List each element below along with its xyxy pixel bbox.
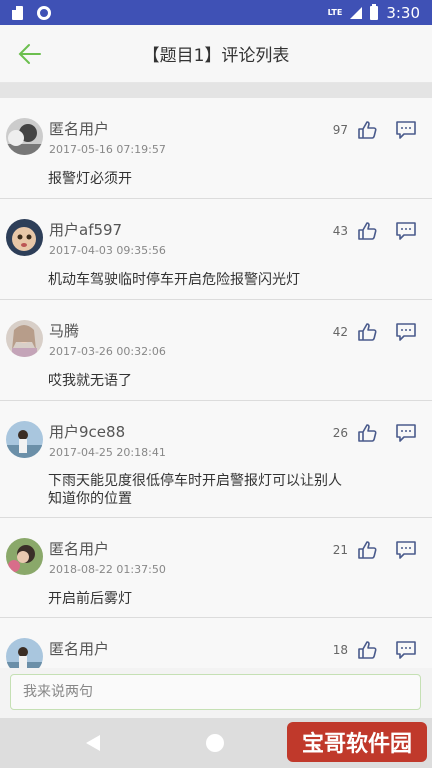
comment-time: 2017-03-26 00:32:06 bbox=[49, 345, 166, 358]
battery-icon bbox=[370, 3, 379, 20]
sd-card-icon bbox=[12, 5, 23, 20]
comment-username: 用户af597 bbox=[49, 221, 123, 239]
comment-bubble-icon[interactable] bbox=[396, 222, 416, 241]
watermark-text: 宝哥软件园 bbox=[301, 732, 412, 757]
system-nav-bar: 宝哥软件园 bbox=[0, 718, 432, 768]
thumbs-up-icon[interactable] bbox=[357, 540, 377, 560]
comment-time: 2017-04-25 20:18:41 bbox=[49, 446, 166, 459]
comment-username: 匿名用户 bbox=[49, 120, 110, 138]
avatar[interactable] bbox=[6, 638, 43, 668]
comment-content: 开启前后雾灯 bbox=[48, 591, 132, 607]
clock: 3:30 bbox=[386, 3, 420, 22]
comment-item: 匿名用户 2018-08-22 01:37:50 开启前后雾灯 21 bbox=[0, 518, 432, 618]
sync-icon bbox=[37, 5, 51, 20]
thumbs-up-icon[interactable] bbox=[357, 221, 377, 241]
like-count: 26 bbox=[332, 426, 348, 440]
thumbs-up-icon[interactable] bbox=[357, 322, 377, 342]
comment-bubble-icon[interactable] bbox=[396, 121, 416, 140]
page-title: 【题目1】评论列表 bbox=[142, 46, 290, 66]
comment-username: 匿名用户 bbox=[49, 640, 110, 658]
comment-username: 马腾 bbox=[49, 322, 80, 340]
like-count: 43 bbox=[332, 224, 348, 238]
comment-bubble-icon[interactable] bbox=[396, 424, 416, 443]
comment-input-bar bbox=[0, 668, 432, 718]
comment-username: 匿名用户 bbox=[49, 540, 110, 558]
arrow-left-icon bbox=[18, 44, 41, 64]
comment-content: 哎我就无语了 bbox=[48, 373, 132, 389]
comment-username: 用户9ce88 bbox=[49, 423, 126, 441]
like-count: 21 bbox=[332, 543, 348, 557]
comment-bubble-icon[interactable] bbox=[396, 323, 416, 342]
comment-bubble-icon[interactable] bbox=[396, 641, 416, 660]
avatar[interactable] bbox=[6, 219, 43, 256]
avatar[interactable] bbox=[6, 421, 43, 458]
comment-content: 报警灯必须开 bbox=[48, 171, 132, 187]
network-type: LTE bbox=[327, 7, 343, 17]
comment-list[interactable]: 匿名用户 2017-05-16 07:19:57 报警灯必须开 97 用户af5… bbox=[0, 98, 432, 668]
thumbs-up-icon[interactable] bbox=[357, 423, 377, 443]
comment-item: 用户9ce88 2017-04-25 20:18:41 下雨天能见度很低停车时开… bbox=[0, 401, 432, 518]
watermark-logo: 宝哥软件园 bbox=[287, 722, 427, 762]
thumbs-up-icon[interactable] bbox=[357, 120, 377, 140]
signal-icon bbox=[350, 6, 363, 19]
comment-item: 匿名用户 2017-05-16 07:19:57 报警灯必须开 97 bbox=[0, 98, 432, 199]
comment-content: 机动车驾驶临时停车开启危险报警闪光灯 bbox=[48, 272, 300, 288]
nav-home-icon[interactable] bbox=[206, 734, 224, 752]
comment-item: 马腾 2017-03-26 00:32:06 哎我就无语了 42 bbox=[0, 300, 432, 401]
nav-back-icon[interactable] bbox=[86, 735, 100, 751]
like-count: 42 bbox=[332, 325, 348, 339]
avatar[interactable] bbox=[6, 320, 43, 357]
like-count: 97 bbox=[332, 123, 348, 137]
comment-item: 用户af597 2017-04-03 09:35:56 机动车驾驶临时停车开启危… bbox=[0, 199, 432, 300]
thumbs-up-icon[interactable] bbox=[357, 640, 377, 660]
like-count: 18 bbox=[332, 643, 348, 657]
comment-input[interactable] bbox=[10, 674, 421, 710]
app-header: 【题目1】评论列表 bbox=[0, 25, 432, 83]
section-divider bbox=[0, 83, 432, 98]
status-bar: LTE 3:30 bbox=[0, 0, 432, 25]
comment-bubble-icon[interactable] bbox=[396, 541, 416, 560]
comment-content: 下雨天能见度很低停车时开启警报灯可以让别人知道你的位置 bbox=[48, 473, 342, 507]
comment-time: 2017-05-16 07:19:57 bbox=[49, 143, 166, 156]
avatar[interactable] bbox=[6, 118, 43, 155]
comment-item: 匿名用户 18 bbox=[0, 618, 432, 668]
comment-time: 2017-04-03 09:35:56 bbox=[49, 244, 166, 257]
back-button[interactable] bbox=[14, 39, 46, 69]
avatar[interactable] bbox=[6, 538, 43, 575]
comment-time: 2018-08-22 01:37:50 bbox=[49, 563, 166, 576]
